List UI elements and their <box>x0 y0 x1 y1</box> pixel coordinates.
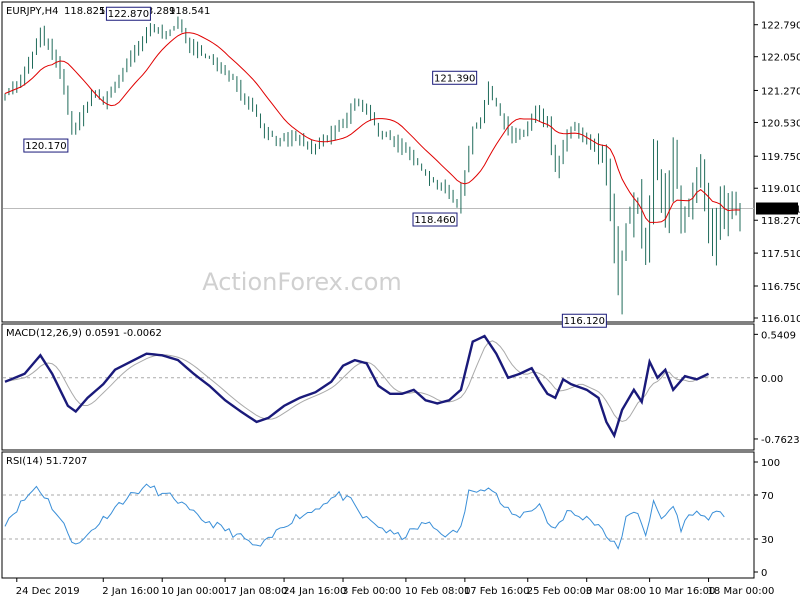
x-axis-tick-label: 10 Mar 16:00 <box>649 586 716 597</box>
macd-axis-tick-label: -0.7623 <box>761 435 800 446</box>
x-axis-tick-label: 10 Jan 00:00 <box>161 586 224 597</box>
price-axis-tick-label: 116.750 <box>761 282 800 293</box>
price-annotation-label: 122.870 <box>108 9 149 20</box>
x-axis-tick-label: 18 Mar 00:00 <box>708 586 775 597</box>
rsi-header: RSI(14) 51.7207 <box>6 456 87 467</box>
price-annotation: 121.390 <box>432 70 478 85</box>
price-annotation-label: 118.460 <box>414 215 455 226</box>
rsi-axis-tick-label: 70 <box>761 491 774 502</box>
price-annotation: 116.120 <box>561 313 607 328</box>
macd-axis-tick-label: 0.00 <box>761 374 783 385</box>
price-header-close: 118.541 <box>169 6 210 17</box>
price-annotation: 120.170 <box>23 138 69 153</box>
rsi-axis-tick-label: 100 <box>761 458 780 469</box>
rsi-panel-frame <box>1 451 755 579</box>
price-axis-tick-label: 122.050 <box>761 53 800 64</box>
rsi-axis-tick-label: 30 <box>761 535 774 546</box>
price-annotation: 122.870 <box>105 6 151 21</box>
current-price-tag-label: 118.541 <box>760 205 800 216</box>
price-axis-tick-label: 121.270 <box>761 86 800 97</box>
watermark: ActionForex.com <box>202 268 402 296</box>
macd-panel-frame <box>1 323 755 451</box>
x-axis-tick-label: 10 Feb 08:00 <box>405 586 471 597</box>
macd-axis-tick-label: 0.5409 <box>761 330 796 341</box>
x-axis-tick-label: 17 Feb 16:00 <box>464 586 530 597</box>
price-axis-tick-label: 122.790 <box>761 21 800 32</box>
price-header-symbol: EURJPY,H4 <box>6 6 59 17</box>
price-annotation-label: 120.170 <box>25 141 66 152</box>
moving-average-line <box>4 32 741 223</box>
price-axis-tick-label: 116.010 <box>761 314 800 325</box>
x-axis-tick-label: 2 Jan 16:00 <box>102 586 159 597</box>
x-axis-tick-label: 24 Jan 16:00 <box>283 586 346 597</box>
price-annotation-label: 121.390 <box>434 73 475 84</box>
macd-header: MACD(12,26,9) 0.0591 -0.0062 <box>6 328 162 339</box>
x-axis-tick-label: 25 Feb 00:00 <box>527 586 593 597</box>
x-axis-tick-label: 3 Mar 08:00 <box>586 586 646 597</box>
price-axis-tick-label: 120.530 <box>761 118 800 129</box>
chart-root: ActionForex.com EURJPY,H4 118.825 118.96… <box>1 1 800 597</box>
x-axis-tick-label: 24 Dec 2019 <box>16 586 80 597</box>
price-axis-tick-label: 119.750 <box>761 152 800 163</box>
price-axis-tick-label: 119.010 <box>761 184 800 195</box>
x-axis-tick-label: 3 Feb 00:00 <box>342 586 401 597</box>
price-annotation: 118.460 <box>412 212 458 227</box>
price-annotation-label: 116.120 <box>564 316 605 327</box>
x-axis-tick-label: 17 Jan 08:00 <box>224 586 287 597</box>
rsi-axis-tick-label: 0 <box>761 568 767 579</box>
price-axis-tick-label: 117.510 <box>761 249 800 260</box>
price-axis-tick-label: 118.270 <box>761 216 800 227</box>
